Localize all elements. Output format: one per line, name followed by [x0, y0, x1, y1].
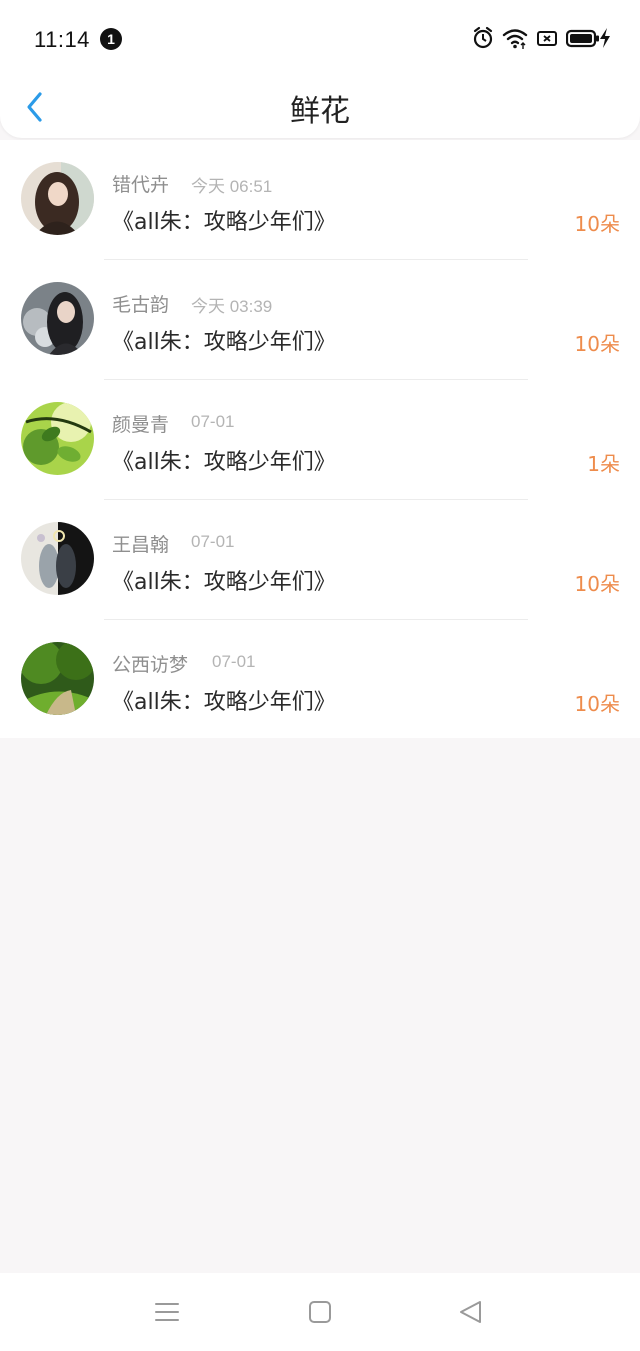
timestamp: 今天 06:51: [191, 177, 273, 196]
list-item[interactable]: 颜曼青 07-01 《all朱：攻略少年们》 1朵: [0, 380, 640, 500]
flower-count: 1朵: [587, 452, 620, 476]
list-item[interactable]: 公西访梦 07-01 《all朱：攻略少年们》 10朵: [0, 620, 640, 740]
avatar[interactable]: [21, 402, 94, 475]
battery-icon: [566, 29, 599, 48]
username[interactable]: 颜曼青: [112, 410, 169, 437]
nav-bar: 鲜花: [0, 80, 640, 138]
book-title[interactable]: 《all朱：攻略少年们》: [112, 684, 336, 716]
username[interactable]: 错代卉: [112, 170, 169, 197]
flower-count: 10朵: [574, 332, 620, 356]
home-button[interactable]: [305, 1297, 335, 1327]
timestamp: 07-01: [191, 412, 235, 431]
menu-button[interactable]: [152, 1297, 182, 1327]
timestamp: 今天 03:39: [191, 297, 273, 316]
flower-list: 错代卉 今天 06:51 《all朱：攻略少年们》 10朵 毛古韵 今天 03:…: [0, 140, 640, 738]
list-item[interactable]: 错代卉 今天 06:51 《all朱：攻略少年们》 10朵: [0, 140, 640, 260]
username[interactable]: 公西访梦: [112, 650, 188, 677]
list-item[interactable]: 王昌翰 07-01 《all朱：攻略少年们》 10朵: [0, 500, 640, 620]
back-nav-button[interactable]: [456, 1297, 486, 1327]
book-title[interactable]: 《all朱：攻略少年们》: [112, 444, 336, 476]
book-title[interactable]: 《all朱：攻略少年们》: [112, 204, 336, 236]
app-header: 11:14 1 鲜花: [0, 0, 640, 138]
page-title: 鲜花: [290, 94, 350, 129]
system-nav-bar: [0, 1273, 640, 1351]
alarm-icon: [473, 26, 493, 49]
flower-count: 10朵: [574, 572, 620, 596]
charging-icon: [600, 28, 610, 48]
status-bar: 11:14 1: [0, 0, 640, 80]
username[interactable]: 毛古韵: [112, 290, 169, 317]
home-icon: [309, 1301, 331, 1323]
sim-icon: [537, 31, 557, 46]
avatar[interactable]: [21, 642, 94, 715]
avatar[interactable]: [21, 522, 94, 595]
flower-count: 10朵: [574, 212, 620, 236]
wifi-icon: [502, 29, 528, 49]
timestamp: 07-01: [191, 532, 235, 551]
username[interactable]: 王昌翰: [112, 530, 169, 557]
flower-count: 10朵: [574, 692, 620, 716]
book-title[interactable]: 《all朱：攻略少年们》: [112, 564, 336, 596]
list-item[interactable]: 毛古韵 今天 03:39 《all朱：攻略少年们》 10朵: [0, 260, 640, 380]
avatar[interactable]: [21, 162, 94, 235]
book-title[interactable]: 《all朱：攻略少年们》: [112, 324, 336, 356]
menu-icon: [155, 1303, 179, 1321]
avatar[interactable]: [21, 282, 94, 355]
back-triangle-icon: [460, 1301, 481, 1323]
notification-badge: 1: [100, 28, 122, 50]
timestamp: 07-01: [212, 652, 256, 671]
status-time: 11:14: [34, 27, 90, 52]
